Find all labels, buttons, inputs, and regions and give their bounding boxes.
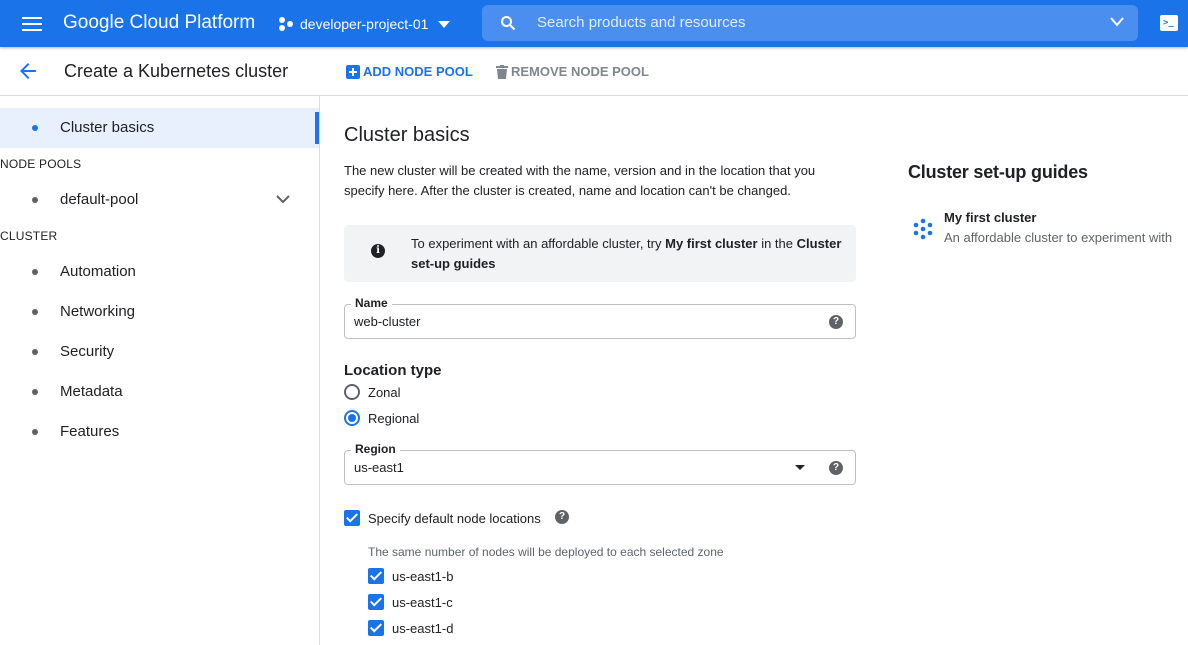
chevron-down-icon[interactable] [1110,17,1124,27]
sidebar-item-label: Metadata [60,383,123,400]
cloud-shell-icon[interactable]: >_ [1160,15,1178,31]
guide-description: An affordable cluster to experiment with [944,230,1173,245]
region-field-label: Region [351,442,400,456]
cluster-icon [913,218,933,240]
section-description: The new cluster will be created with the… [344,163,816,198]
section-header-node-pools: NODE POOLS [0,157,82,171]
name-field-value[interactable]: web-cluster [354,314,420,329]
search-input[interactable]: Search products and resources [482,5,1138,41]
add-node-pool-label: ADD NODE POOL [363,64,473,79]
bullet [32,125,38,131]
guides-heading: Cluster set-up guides [908,162,1088,182]
top-app-bar: Google Cloud Platform developer-project-… [0,0,1188,47]
checkbox-checked[interactable] [344,510,360,526]
info-icon: i [371,244,385,258]
checkbox-label: Specify default node locations [368,510,541,526]
add-box-icon [346,64,360,79]
sidebar-item-default-pool[interactable]: default-pool [0,180,319,220]
info-text-prefix: To experiment with an affordable cluster… [411,236,666,251]
bullet [32,349,38,355]
hamburger-menu-icon[interactable] [18,12,46,36]
zone-checkbox-c[interactable]: us-east1-c [368,594,453,610]
sidebar-item-networking[interactable]: Networking [0,292,319,332]
bullet [32,197,38,203]
radio-regional[interactable]: Regional [344,409,419,427]
project-hub-icon [279,17,293,31]
radio-label: Zonal [368,384,401,400]
info-link-my-first-cluster[interactable]: My first cluster [665,236,757,251]
radio-circle[interactable] [344,384,360,400]
project-name: developer-project-01 [300,16,429,32]
search-placeholder: Search products and resources [537,14,746,31]
sidebar-item-features[interactable]: Features [0,412,319,452]
region-field-value[interactable]: us-east1 [354,460,404,475]
specify-node-locations-checkbox[interactable]: Specify default node locations [344,510,541,526]
sidebar-item-label: default-pool [60,191,139,208]
help-icon[interactable]: ? [829,315,843,329]
region-select[interactable]: Region us-east1 ? [344,442,856,485]
info-banner: i To experiment with an affordable clust… [344,225,856,282]
sidebar: Cluster basics NODE POOLS default-pool C… [0,96,320,645]
info-text-middle: in the [757,236,797,251]
zone-checkbox-b[interactable]: us-east1-b [368,568,453,584]
bullet [32,429,38,435]
bullet [32,309,38,315]
project-selector[interactable]: developer-project-01 [278,14,456,34]
sidebar-item-metadata[interactable]: Metadata [0,372,319,412]
remove-node-pool-label: REMOVE NODE POOL [511,64,649,79]
help-icon[interactable]: ? [555,510,569,524]
checkbox-checked[interactable] [368,620,384,636]
back-arrow-icon[interactable] [16,59,40,83]
chevron-down-icon [438,20,451,28]
bullet [32,269,38,275]
name-field-label: Name [351,296,392,310]
sidebar-item-label: Cluster basics [60,119,155,136]
radio-label: Regional [368,410,420,426]
section-title: Cluster basics [344,124,470,146]
add-node-pool-button[interactable]: ADD NODE POOL [346,64,473,79]
cloud-shell-glyph: >_ [1163,18,1174,28]
checkbox-checked[interactable] [368,568,384,584]
dropdown-arrow-icon[interactable] [795,465,805,470]
guide-my-first-cluster[interactable]: My first cluster An affordable cluster t… [912,210,1188,250]
location-type-heading: Location type [344,362,442,379]
help-icon[interactable]: ? [829,461,843,475]
page-header: Create a Kubernetes cluster ADD NODE POO… [0,47,1188,96]
sidebar-item-label: Networking [60,303,136,320]
info-text: To experiment with an affordable cluster… [411,234,851,274]
radio-circle-selected[interactable] [344,410,360,426]
sidebar-item-label: Features [60,423,120,440]
remove-node-pool-button[interactable]: REMOVE NODE POOL [496,64,649,79]
page-title: Create a Kubernetes cluster [64,61,289,81]
sidebar-item-automation[interactable]: Automation [0,252,319,292]
zones-hint: The same number of nodes will be deploye… [368,545,724,559]
sidebar-item-label: Automation [60,263,136,280]
expand-more-icon[interactable] [274,190,292,208]
main-content: Cluster basics The new cluster will be c… [320,96,1188,645]
trash-icon [496,64,508,79]
checkbox-label: us-east1-c [392,594,453,610]
checkbox-label: us-east1-b [392,568,454,584]
brand-title[interactable]: Google Cloud Platform [63,12,255,34]
search-icon [501,16,516,31]
sidebar-item-label: Security [60,343,115,360]
sidebar-item-security[interactable]: Security [0,332,319,372]
guide-title: My first cluster [944,210,1037,225]
radio-zonal[interactable]: Zonal [344,383,401,401]
sidebar-item-cluster-basics[interactable]: Cluster basics [0,108,319,148]
section-header-cluster: CLUSTER [0,229,58,243]
checkbox-checked[interactable] [368,594,384,610]
zone-checkbox-d[interactable]: us-east1-d [368,620,453,636]
active-indicator [315,112,319,144]
bullet [32,389,38,395]
checkbox-label: us-east1-d [392,620,454,636]
name-field[interactable]: Name web-cluster ? [344,296,856,339]
